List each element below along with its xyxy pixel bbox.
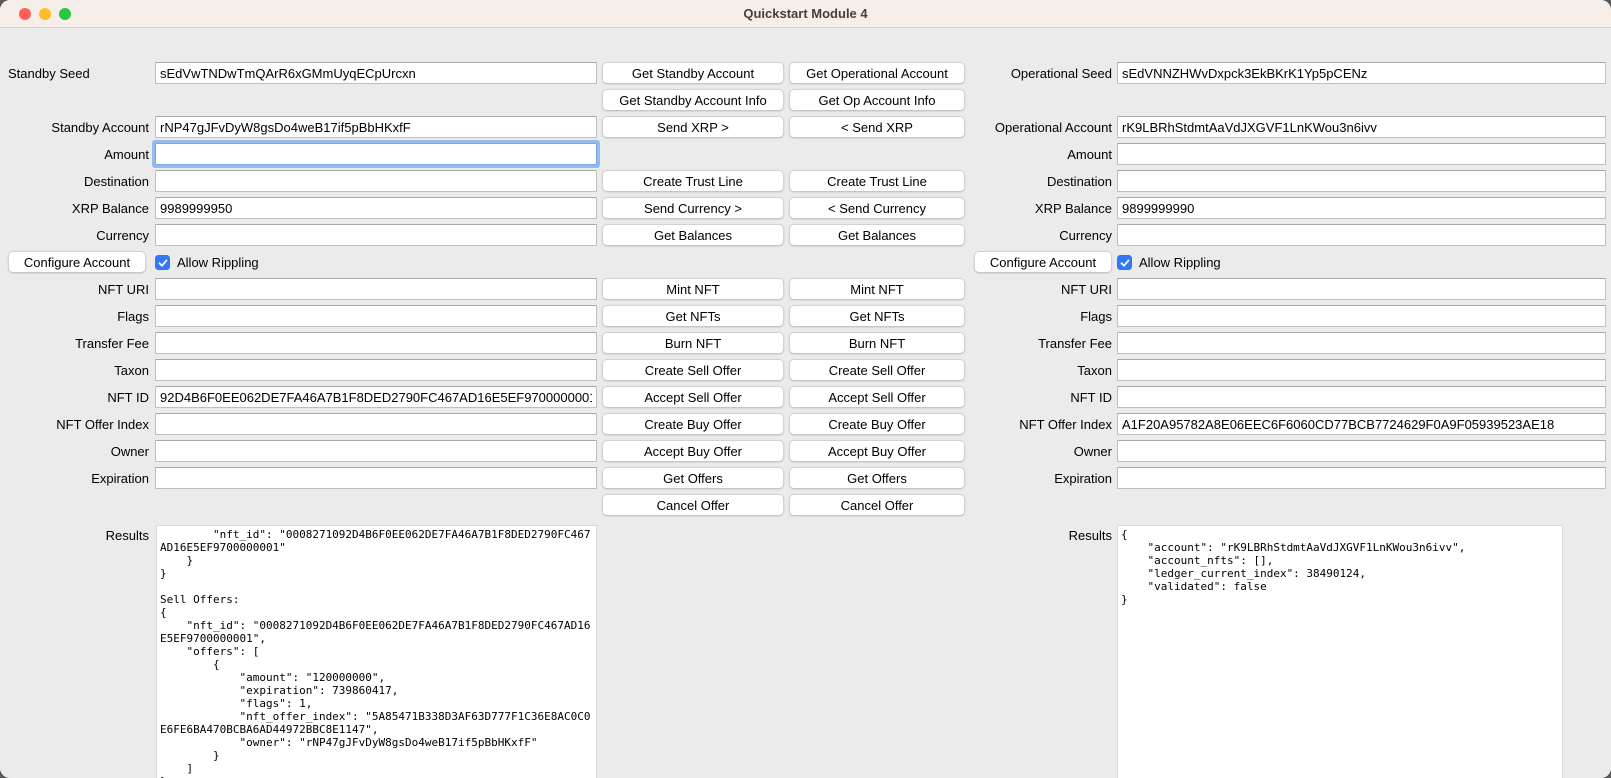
standby-nft-offer-index-label: NFT Offer Index bbox=[0, 417, 149, 433]
standby-expiration-label: Expiration bbox=[0, 471, 149, 487]
create-trust-line-operational-button[interactable]: Create Trust Line bbox=[789, 170, 965, 192]
standby-destination-label: Destination bbox=[0, 174, 149, 190]
standby-results-label: Results bbox=[0, 528, 149, 544]
operational-seed-input[interactable] bbox=[1117, 62, 1606, 84]
create-buy-offer-standby-button[interactable]: Create Buy Offer bbox=[602, 413, 784, 435]
accept-sell-offer-standby-button[interactable]: Accept Sell Offer bbox=[602, 386, 784, 408]
get-op-account-info-operational-button[interactable]: Get Op Account Info bbox=[789, 89, 965, 111]
operational-flags-input[interactable] bbox=[1117, 305, 1606, 327]
mint-nft-standby-button[interactable]: Mint NFT bbox=[602, 278, 784, 300]
standby-nft-uri-label: NFT URI bbox=[0, 282, 149, 298]
allow-rippling-standby-label: Allow Rippling bbox=[177, 255, 259, 270]
checkmark-icon bbox=[1119, 257, 1131, 269]
operational-taxon-input[interactable] bbox=[1117, 359, 1606, 381]
standby-currency-label: Currency bbox=[0, 228, 149, 244]
standby-taxon-input[interactable] bbox=[155, 359, 597, 381]
operational-xrp-balance-input[interactable] bbox=[1117, 197, 1606, 219]
standby-transfer-fee-input[interactable] bbox=[155, 332, 597, 354]
send-xrp-operational-button[interactable]: < Send XRP bbox=[789, 116, 965, 138]
create-sell-offer-operational-button[interactable]: Create Sell Offer bbox=[789, 359, 965, 381]
send-currency-operational-button[interactable]: < Send Currency bbox=[789, 197, 965, 219]
configure-account-standby-button[interactable]: Configure Account bbox=[8, 251, 146, 273]
get-offers-standby-button[interactable]: Get Offers bbox=[602, 467, 784, 489]
standby-results-textarea[interactable]: "nft_id": "0008271092D4B6F0EE062DE7FA46A… bbox=[156, 525, 597, 778]
standby-expiration-input[interactable] bbox=[155, 467, 597, 489]
allow-rippling-operational-label: Allow Rippling bbox=[1139, 255, 1221, 270]
standby-taxon-label: Taxon bbox=[0, 363, 149, 379]
send-xrp-standby-button[interactable]: Send XRP > bbox=[602, 116, 784, 138]
create-sell-offer-standby-button[interactable]: Create Sell Offer bbox=[602, 359, 784, 381]
checkmark-icon bbox=[157, 257, 169, 269]
standby-amount-label: Amount bbox=[0, 147, 149, 163]
standby-xrp-balance-input[interactable] bbox=[155, 197, 597, 219]
create-trust-line-standby-button[interactable]: Create Trust Line bbox=[602, 170, 784, 192]
standby-owner-input[interactable] bbox=[155, 440, 597, 462]
standby-account-label: Standby Account bbox=[0, 120, 149, 136]
titlebar: Quickstart Module 4 bbox=[0, 0, 1611, 28]
get-balances-standby-button[interactable]: Get Balances bbox=[602, 224, 784, 246]
standby-account-input[interactable] bbox=[155, 116, 597, 138]
operational-results-textarea[interactable]: { "account": "rK9LBRhStdmtAaVdJXGVF1LnKW… bbox=[1117, 525, 1563, 778]
get-standby-account-standby-button[interactable]: Get Standby Account bbox=[602, 62, 784, 84]
operational-owner-input[interactable] bbox=[1117, 440, 1606, 462]
burn-nft-standby-button[interactable]: Burn NFT bbox=[602, 332, 784, 354]
create-buy-offer-operational-button[interactable]: Create Buy Offer bbox=[789, 413, 965, 435]
operational-expiration-input[interactable] bbox=[1117, 467, 1606, 489]
send-currency-standby-button[interactable]: Send Currency > bbox=[602, 197, 784, 219]
cancel-offer-standby-button[interactable]: Cancel Offer bbox=[602, 494, 784, 516]
standby-nft-id-label: NFT ID bbox=[0, 390, 149, 406]
get-nfts-operational-button[interactable]: Get NFTs bbox=[789, 305, 965, 327]
accept-buy-offer-operational-button[interactable]: Accept Buy Offer bbox=[789, 440, 965, 462]
standby-seed-input[interactable] bbox=[155, 62, 597, 84]
standby-nft-uri-input[interactable] bbox=[155, 278, 597, 300]
get-standby-account-info-standby-button[interactable]: Get Standby Account Info bbox=[602, 89, 784, 111]
standby-owner-label: Owner bbox=[0, 444, 149, 460]
allow-rippling-standby-checkbox[interactable] bbox=[155, 255, 170, 270]
app-window: Quickstart Module 4 Configure Account Al… bbox=[0, 0, 1611, 778]
standby-destination-input[interactable] bbox=[155, 170, 597, 192]
operational-destination-input[interactable] bbox=[1117, 170, 1606, 192]
operational-account-input[interactable] bbox=[1117, 116, 1606, 138]
burn-nft-operational-button[interactable]: Burn NFT bbox=[789, 332, 965, 354]
accept-sell-offer-operational-button[interactable]: Accept Sell Offer bbox=[789, 386, 965, 408]
operational-results-label: Results bbox=[963, 528, 1112, 544]
standby-nft-id-input[interactable] bbox=[155, 386, 597, 408]
main-content: Configure Account Allow Rippling Configu… bbox=[0, 28, 1611, 778]
standby-flags-input[interactable] bbox=[155, 305, 597, 327]
standby-xrp-balance-label: XRP Balance bbox=[0, 201, 149, 217]
standby-amount-input[interactable] bbox=[155, 143, 597, 165]
operational-amount-input[interactable] bbox=[1117, 143, 1606, 165]
standby-flags-label: Flags bbox=[0, 309, 149, 325]
get-offers-operational-button[interactable]: Get Offers bbox=[789, 467, 965, 489]
operational-nft-id-input[interactable] bbox=[1117, 386, 1606, 408]
get-nfts-standby-button[interactable]: Get NFTs bbox=[602, 305, 784, 327]
allow-rippling-operational-checkbox[interactable] bbox=[1117, 255, 1132, 270]
operational-amount-label: Amount bbox=[852, 147, 1112, 163]
operational-transfer-fee-input[interactable] bbox=[1117, 332, 1606, 354]
get-balances-operational-button[interactable]: Get Balances bbox=[789, 224, 965, 246]
cancel-offer-operational-button[interactable]: Cancel Offer bbox=[789, 494, 965, 516]
standby-currency-input[interactable] bbox=[155, 224, 597, 246]
get-operational-account-operational-button[interactable]: Get Operational Account bbox=[789, 62, 965, 84]
window-title: Quickstart Module 4 bbox=[0, 6, 1611, 21]
mint-nft-operational-button[interactable]: Mint NFT bbox=[789, 278, 965, 300]
operational-nft-uri-input[interactable] bbox=[1117, 278, 1606, 300]
configure-account-operational-button[interactable]: Configure Account bbox=[974, 251, 1112, 273]
operational-currency-input[interactable] bbox=[1117, 224, 1606, 246]
accept-buy-offer-standby-button[interactable]: Accept Buy Offer bbox=[602, 440, 784, 462]
standby-seed-label: Standby Seed bbox=[8, 66, 149, 82]
operational-nft-offer-index-input[interactable] bbox=[1117, 413, 1606, 435]
standby-transfer-fee-label: Transfer Fee bbox=[0, 336, 149, 352]
standby-nft-offer-index-input[interactable] bbox=[155, 413, 597, 435]
